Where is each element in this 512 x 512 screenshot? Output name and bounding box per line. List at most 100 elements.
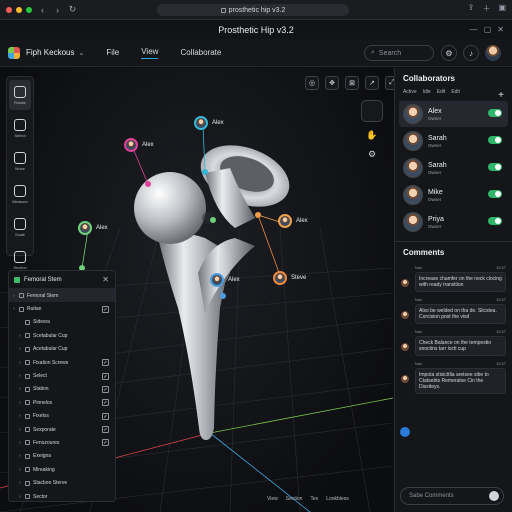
rotate-icon xyxy=(14,85,26,98)
outliner-item-label: Select xyxy=(33,373,47,380)
visibility-checkbox[interactable]: ✓ xyxy=(102,439,109,447)
filter-chip[interactable]: Active xyxy=(403,89,417,95)
new-tab-icon[interactable]: ＋ xyxy=(482,3,490,14)
outliner-item[interactable]: › Fixation Screws ✓ xyxy=(9,356,115,369)
tool-scale[interactable]: Scale xyxy=(9,212,31,242)
close-dot[interactable] xyxy=(6,6,12,13)
menu-collaborate[interactable]: Collaborate xyxy=(180,48,221,57)
collaborator-row[interactable]: Mike Owner xyxy=(399,182,508,208)
maximize-dot[interactable] xyxy=(26,6,32,13)
tool-move[interactable]: Move xyxy=(9,146,31,176)
focus-icon[interactable]: ◎ xyxy=(305,76,319,90)
collaborator-cursor-tag[interactable]: Alex xyxy=(194,116,224,130)
collaborator-row[interactable]: Sarah Owner xyxy=(399,155,508,181)
outliner-item[interactable]: › Sector xyxy=(9,490,115,503)
back-icon[interactable]: ‹ xyxy=(38,5,47,15)
chevron-down-icon[interactable]: ⌄ xyxy=(78,49,84,57)
comment-item[interactable]: Nav 12:57 Check Balance on the tempestio s… xyxy=(401,329,506,356)
comment-author: Nav xyxy=(415,361,423,366)
comment-input[interactable]: Sabe Comments xyxy=(400,487,504,505)
outliner-item[interactable]: › Fixelos ✓ xyxy=(9,410,115,423)
collaborator-toggle[interactable] xyxy=(488,163,502,171)
window-titlebar: Prosthetic Hip v3.2 — ▢ ✕ xyxy=(0,21,512,39)
outliner-item[interactable]: › Stacbon Sterve xyxy=(9,476,115,489)
collaborator-cursor-tag[interactable]: Alex xyxy=(278,214,308,228)
visibility-checkbox[interactable]: ✓ xyxy=(102,359,109,367)
filter-chip[interactable]: Edit xyxy=(451,89,460,95)
comment-avatar xyxy=(401,311,409,319)
visibility-checkbox[interactable]: ✓ xyxy=(102,426,109,434)
settings-gear-icon[interactable]: ⚙ xyxy=(441,45,457,61)
view-cube-icon[interactable] xyxy=(361,100,383,122)
tool-rotate[interactable]: Rotate xyxy=(9,80,31,110)
address-bar[interactable]: prosthetic hip v3.2 xyxy=(157,4,349,16)
collaborator-row[interactable]: Alex Owner xyxy=(399,101,508,127)
visibility-checkbox[interactable]: ✓ xyxy=(102,412,109,420)
outliner-item[interactable]: › Ruitan ✓ xyxy=(9,302,115,315)
outliner-item[interactable]: › Sexporate ✓ xyxy=(9,423,115,436)
outliner-item[interactable]: › Select ✓ xyxy=(9,369,115,382)
gear-icon[interactable]: ⚙ xyxy=(368,149,376,160)
reply-button[interactable] xyxy=(400,427,410,437)
collaborator-cursor-tag[interactable]: Alex xyxy=(210,273,240,287)
collaborator-cursor-tag[interactable]: Steve xyxy=(273,271,306,285)
outliner-item[interactable]: › Exeigna xyxy=(9,450,115,463)
outliner-item[interactable]: › Scetabular Cup xyxy=(9,329,115,342)
collaborator-toggle[interactable] xyxy=(488,136,502,144)
search-input[interactable]: ⌕ Search xyxy=(364,45,434,61)
collaborator-toggle[interactable] xyxy=(488,109,502,117)
collaborator-row[interactable]: Priya Owner xyxy=(399,209,508,235)
pan-hand-icon[interactable]: ✋ xyxy=(366,130,377,141)
menu-view[interactable]: View xyxy=(141,47,159,59)
collaborator-toggle[interactable] xyxy=(488,190,502,198)
visibility-checkbox[interactable]: ✓ xyxy=(102,385,109,393)
tag-avatar xyxy=(194,116,208,130)
close-icon[interactable]: ✕ xyxy=(497,25,504,34)
comment-item[interactable]: Nav 12:57 Also be welded on tha de. Slicst… xyxy=(401,297,506,324)
outliner-item[interactable]: › Mireaking xyxy=(9,463,115,476)
reload-icon[interactable]: ↻ xyxy=(68,4,77,15)
close-icon[interactable]: ✕ xyxy=(102,275,109,284)
collaborator-toggle[interactable] xyxy=(488,217,502,225)
min-icon[interactable]: — xyxy=(470,25,478,34)
comment-time: 12:57 xyxy=(495,297,506,302)
share-icon[interactable]: ⇪ xyxy=(468,3,475,14)
send-icon[interactable] xyxy=(489,491,499,501)
frame-icon[interactable]: ⊠ xyxy=(345,76,359,90)
outliner-item[interactable]: › Pinnelos ✓ xyxy=(9,396,115,409)
notifications-bell-icon[interactable]: ♪ xyxy=(463,45,479,61)
tool-measure[interactable]: Measure xyxy=(9,179,31,209)
forward-icon[interactable]: › xyxy=(53,5,62,15)
outliner-item[interactable]: › Femoral Stem xyxy=(9,289,115,303)
scale-icon xyxy=(14,217,26,230)
tool-select[interactable]: Select xyxy=(9,113,31,143)
menu-file[interactable]: File xyxy=(106,48,119,57)
tabs-icon[interactable]: ▣ xyxy=(498,3,506,14)
user-avatar[interactable] xyxy=(485,45,501,61)
marker-dot[interactable] xyxy=(210,217,216,223)
max-icon[interactable]: ▢ xyxy=(484,25,492,34)
minimize-dot[interactable] xyxy=(16,6,22,13)
collaborator-row[interactable]: Sarah Owner xyxy=(399,128,508,154)
filter-chip[interactable]: Idle xyxy=(423,89,431,95)
visibility-checkbox[interactable]: ✓ xyxy=(102,372,109,380)
bottom-tex[interactable]: Tex xyxy=(310,496,318,502)
bottom-view[interactable]: View xyxy=(267,496,278,502)
bottom-lookbless[interactable]: Lookbless xyxy=(326,496,349,502)
outliner-item[interactable]: Sidesra xyxy=(9,316,115,329)
comment-item[interactable]: Nav 12:57 Increase chamfer on the neck clo… xyxy=(401,265,506,292)
orbit-icon[interactable]: ✥ xyxy=(325,76,339,90)
bottom-section[interactable]: Section xyxy=(286,496,303,502)
visibility-checkbox[interactable]: ✓ xyxy=(102,399,109,407)
outliner-item[interactable]: › Fenozoures ✓ xyxy=(9,436,115,449)
outliner-item[interactable]: › Acetabular Cup xyxy=(9,343,115,356)
outliner-item[interactable]: › Station ✓ xyxy=(9,383,115,396)
filter-chip[interactable]: Edit xyxy=(437,89,446,95)
brand-name[interactable]: Fiph Keckous xyxy=(26,48,74,57)
expand-icon[interactable]: ↗ xyxy=(365,76,379,90)
visibility-checkbox[interactable]: ✓ xyxy=(102,305,109,313)
collaborator-cursor-tag[interactable]: Alex xyxy=(124,138,154,152)
comment-item[interactable]: Nav 12:57 Impota stisicttlia aretsee sibe … xyxy=(401,361,506,394)
collaborator-cursor-tag[interactable]: Alex xyxy=(78,221,108,235)
add-collaborator-icon[interactable]: + xyxy=(498,90,504,101)
